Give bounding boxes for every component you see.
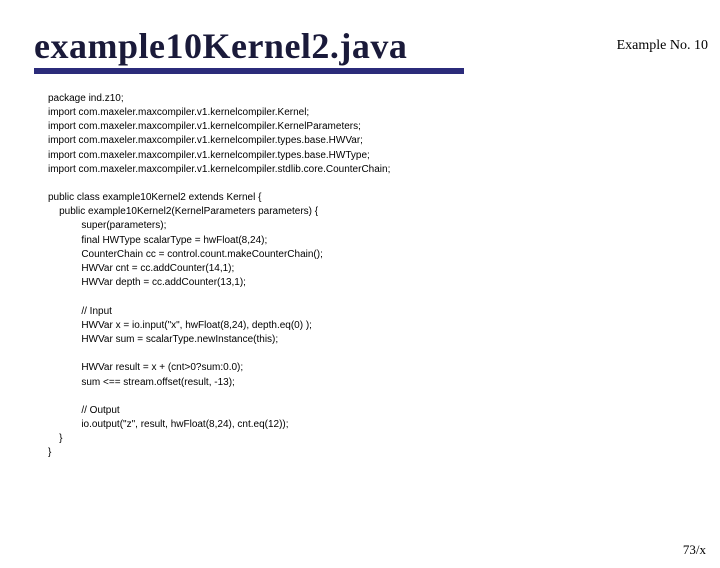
- page-indicator: 73/x: [683, 542, 706, 558]
- page-title: example10Kernel2.java: [34, 28, 464, 66]
- code-body-4: HWVar depth = cc.addCounter(13,1);: [48, 277, 246, 288]
- code-input-0: HWVar x = io.input("x", hwFloat(8,24), d…: [48, 320, 312, 331]
- code-import-1: import com.maxeler.maxcompiler.v1.kernel…: [48, 121, 361, 132]
- code-input-1: HWVar sum = scalarType.newInstance(this)…: [48, 334, 278, 345]
- code-import-2: import com.maxeler.maxcompiler.v1.kernel…: [48, 135, 363, 146]
- title-underline: [34, 68, 464, 74]
- code-block: package ind.z10; import com.maxeler.maxc…: [48, 92, 720, 461]
- code-input-comment: // Input: [48, 306, 112, 317]
- code-body-3: HWVar cnt = cc.addCounter(14,1);: [48, 263, 234, 274]
- code-body-0: super(parameters);: [48, 220, 166, 231]
- code-import-0: import com.maxeler.maxcompiler.v1.kernel…: [48, 107, 309, 118]
- code-body-1: final HWType scalarType = hwFloat(8,24);: [48, 235, 267, 246]
- code-result-0: HWVar result = x + (cnt>0?sum:0.0);: [48, 362, 243, 373]
- code-ctor-decl: public example10Kernel2(KernelParameters…: [48, 206, 318, 217]
- code-class-decl: public class example10Kernel2 extends Ke…: [48, 192, 261, 203]
- code-import-3: import com.maxeler.maxcompiler.v1.kernel…: [48, 150, 370, 161]
- code-close-class: }: [48, 447, 51, 458]
- code-result-1: sum <== stream.offset(result, -13);: [48, 377, 235, 388]
- code-output-line: io.output("z", result, hwFloat(8,24), cn…: [48, 419, 289, 430]
- title-wrap: example10Kernel2.java: [34, 28, 464, 74]
- code-close-ctor: }: [48, 433, 62, 444]
- code-package: package ind.z10;: [48, 93, 124, 104]
- code-output-comment: // Output: [48, 405, 120, 416]
- code-import-4: import com.maxeler.maxcompiler.v1.kernel…: [48, 164, 390, 175]
- example-number-label: Example No. 10: [617, 38, 708, 54]
- code-body-2: CounterChain cc = control.count.makeCoun…: [48, 249, 323, 260]
